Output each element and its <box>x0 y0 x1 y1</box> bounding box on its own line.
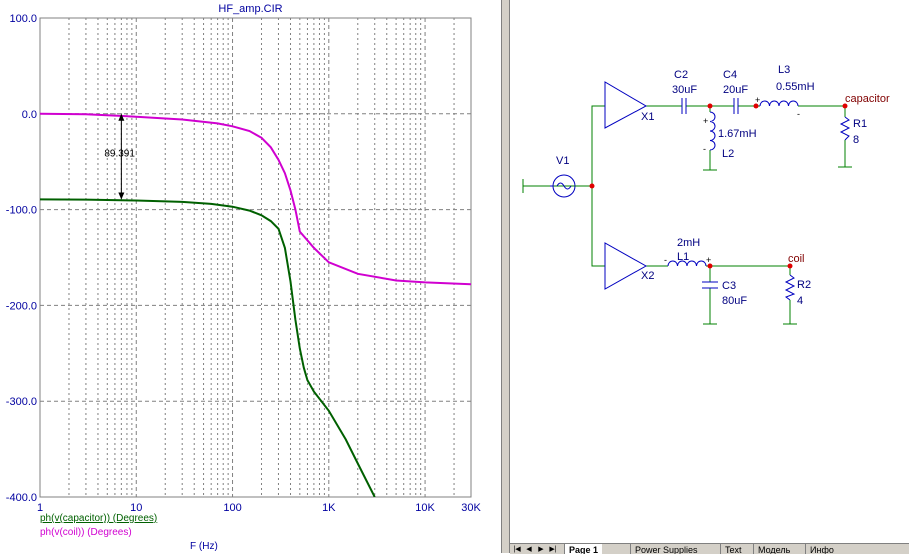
pane-splitter[interactable] <box>501 0 510 553</box>
c4-label: C4 <box>723 69 737 81</box>
marker-arrow-head-top <box>118 113 125 121</box>
inductor-l3[interactable]: L3 0.55mH + - <box>755 64 815 119</box>
node-dot <box>707 263 713 269</box>
l2-value: 1.67mH <box>718 128 757 140</box>
page-tab-bar: |◀ ◀ ▶ ▶| Page 1 Power Supplies Text Мод… <box>510 543 909 554</box>
svg-text:+: + <box>755 95 760 105</box>
capacitor-c2[interactable]: C2 30uF <box>672 69 697 114</box>
legend-coil-phase[interactable]: ph(v(coil)) (Degrees) <box>40 527 132 538</box>
c2-label: C2 <box>674 69 688 81</box>
svg-text:+: + <box>703 116 708 126</box>
v1-label: V1 <box>556 155 569 167</box>
schematic-pane[interactable]: X1 X2 V1 C2 30uF C4 20uF L3 0.55mH + - 1… <box>510 0 909 543</box>
marker-arrow-head-bottom <box>118 192 125 200</box>
x-tick-label: 10K <box>415 502 435 514</box>
r1-value: 8 <box>853 134 859 146</box>
node-label-coil: coil <box>788 253 805 265</box>
node-dot <box>589 183 595 189</box>
l1-value: 2mH <box>677 237 700 249</box>
voltage-source-v1[interactable]: V1 <box>550 155 592 198</box>
node-dot <box>707 103 713 109</box>
r2-value: 4 <box>797 295 803 307</box>
c3-label: C3 <box>722 280 736 292</box>
y-tick-label: -100.0 <box>6 205 37 217</box>
node-label-capacitor: capacitor <box>845 93 890 105</box>
x1-label: X1 <box>641 111 654 123</box>
y-tick-label: -200.0 <box>6 300 37 312</box>
l3-label: L3 <box>778 64 790 76</box>
r2-label: R2 <box>797 279 811 291</box>
wires <box>550 105 846 324</box>
grid <box>39 17 472 498</box>
y-tick-label: 100.0 <box>9 13 37 25</box>
l1-label: L1 <box>677 251 689 263</box>
svg-text:-: - <box>797 109 800 119</box>
plot-frame <box>39 17 472 498</box>
x-tick-label: 30K <box>461 502 481 514</box>
y-tick-label: 0.0 <box>22 109 37 121</box>
c4-value: 20uF <box>723 84 748 96</box>
svg-text:+: + <box>706 255 711 265</box>
svg-text:-: - <box>703 144 706 154</box>
x2-label: X2 <box>641 270 654 282</box>
svg-text:-: - <box>664 255 667 265</box>
phase-plot[interactable]: 100.00.0-100.0-200.0-300.0-400.01 10 100 1K… <box>0 0 501 553</box>
x-axis-label: F (Hz) <box>190 541 218 552</box>
capacitor-c4[interactable]: C4 20uF <box>723 69 748 114</box>
l3-value: 0.55mH <box>776 81 815 93</box>
c3-value: 80uF <box>722 295 747 307</box>
inductor-l2[interactable]: 1.67mH L2 + - <box>703 111 757 160</box>
inductor-l1[interactable]: 2mH L1 - + <box>664 237 711 267</box>
plot-pane[interactable]: HF_amp.CIR 100.0 0.0 -100.0 -200.0 -300.0 -40… <box>0 0 501 553</box>
capacitor-c3[interactable]: C3 80uF <box>702 280 747 307</box>
legend-capacitor-phase[interactable]: ph(v(capacitor)) (Degrees) <box>40 513 157 524</box>
measurement-marker: 89.391 <box>104 113 135 200</box>
r1-label: R1 <box>853 118 867 130</box>
c2-value: 30uF <box>672 84 697 96</box>
l2-label: L2 <box>722 148 734 160</box>
amplifier-x1[interactable]: X1 <box>604 81 654 129</box>
marker-readout: 89.391 <box>104 149 135 160</box>
y-tick-label: -400.0 <box>6 492 37 504</box>
x-tick-label: 1K <box>322 502 336 514</box>
node-dot <box>753 103 759 109</box>
x-tick-label: 100 <box>223 502 241 514</box>
y-tick-label: -300.0 <box>6 396 37 408</box>
